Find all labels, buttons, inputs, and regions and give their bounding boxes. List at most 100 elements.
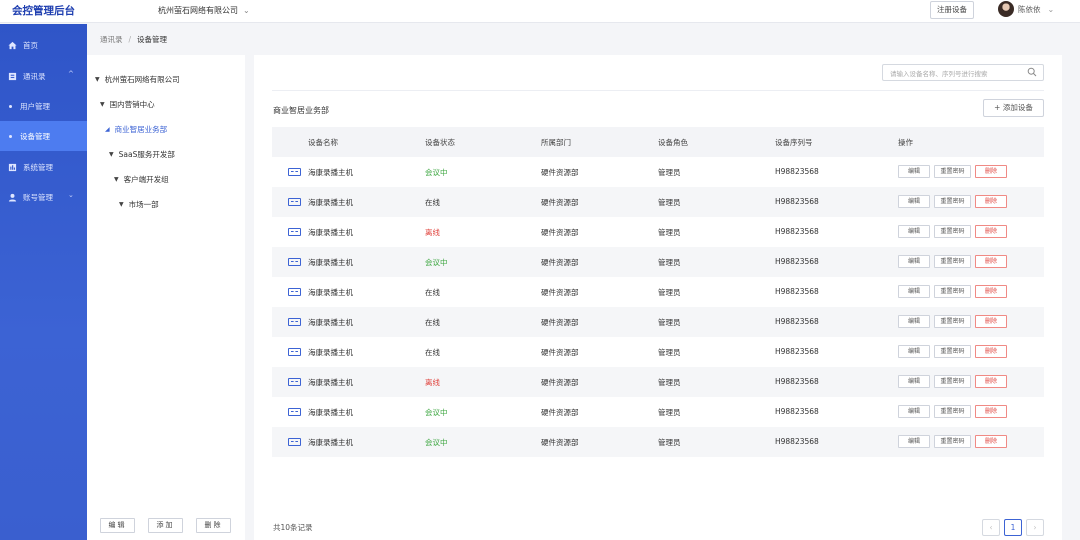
caret-down-icon: ▼ <box>109 151 114 158</box>
tree-node-selected[interactable]: ◢ 商业智居业务部 <box>105 124 167 135</box>
tree-node-label: 客户端开发组 <box>123 175 169 184</box>
contacts-icon <box>8 72 17 80</box>
tree-delete-button[interactable]: 删除 <box>196 518 231 533</box>
tree-node[interactable]: ▼ 客户端开发组 <box>114 174 169 185</box>
reset-password-button[interactable]: 重置密码 <box>934 195 971 208</box>
register-device-button[interactable]: 注册设备 <box>930 1 974 19</box>
cell-status: 在线 <box>425 348 440 357</box>
cell-role: 管理员 <box>658 318 681 327</box>
edit-button[interactable]: 编辑 <box>898 225 930 238</box>
delete-button[interactable]: 删除 <box>975 195 1007 208</box>
edit-button[interactable]: 编辑 <box>898 195 930 208</box>
chevron-up-icon: ^ <box>68 70 74 78</box>
tree-edit-button[interactable]: 编辑 <box>100 518 135 533</box>
tree-node[interactable]: ▼ 杭州萤石网络有限公司 <box>95 74 180 85</box>
reset-password-button[interactable]: 重置密码 <box>934 285 971 298</box>
table-row: 海康录播主机 会议中 硬件资源部 管理员 H98823568 编辑 重置密码 删除 <box>272 397 1044 427</box>
device-icon <box>288 258 301 266</box>
bullet-icon <box>9 104 12 108</box>
search-input[interactable]: 请输入设备名称、序列号进行搜索 <box>882 64 1044 81</box>
edit-button[interactable]: 编辑 <box>898 435 930 448</box>
delete-button[interactable]: 删除 <box>975 255 1007 268</box>
cell-role: 管理员 <box>658 438 681 447</box>
edit-button[interactable]: 编辑 <box>898 165 930 178</box>
reset-password-button[interactable]: 重置密码 <box>934 225 971 238</box>
prev-page-button[interactable]: ‹ <box>982 519 1000 536</box>
cell-role: 管理员 <box>658 378 681 387</box>
add-device-button[interactable]: + 添加设备 <box>983 99 1044 117</box>
cell-role: 管理员 <box>658 348 681 357</box>
total-count: 共10条记录 <box>273 523 313 532</box>
edit-button[interactable]: 编辑 <box>898 345 930 358</box>
company-name: 杭州萤石网络有限公司 <box>158 6 238 15</box>
delete-button[interactable]: 删除 <box>975 165 1007 178</box>
cell-dept: 硬件资源部 <box>541 348 579 357</box>
cell-status: 会议中 <box>425 258 448 267</box>
column-header: 设备名称 <box>308 138 338 147</box>
cell-name: 海康录播主机 <box>308 198 353 207</box>
next-page-button[interactable]: › <box>1026 519 1044 536</box>
device-icon <box>288 408 301 416</box>
table-row: 海康录播主机 离线 硬件资源部 管理员 H98823568 编辑 重置密码 删除 <box>272 217 1044 247</box>
breadcrumb-root[interactable]: 通讯录 <box>100 35 123 44</box>
caret-down-icon: ▼ <box>114 176 119 183</box>
tree-node[interactable]: ▼ SaaS服务开发部 <box>109 149 175 160</box>
table-row: 海康录播主机 离线 硬件资源部 管理员 H98823568 编辑 重置密码 删除 <box>272 367 1044 397</box>
cell-dept: 硬件资源部 <box>541 378 579 387</box>
device-icon <box>288 198 301 206</box>
sidebar: 首页 通讯录 ^ 用户管理 设备管理 系统管理 账号管理 ⌄ <box>0 24 87 540</box>
cell-status: 在线 <box>425 198 440 207</box>
delete-button[interactable]: 删除 <box>975 375 1007 388</box>
edit-button[interactable]: 编辑 <box>898 315 930 328</box>
cell-name: 海康录播主机 <box>308 348 353 357</box>
cell-serial: H98823568 <box>775 317 819 326</box>
reset-password-button[interactable]: 重置密码 <box>934 435 971 448</box>
cell-role: 管理员 <box>658 228 681 237</box>
tree-node-label: 杭州萤石网络有限公司 <box>104 75 180 84</box>
user-menu[interactable]: 陈依依 ⌄ <box>998 1 1054 17</box>
sidebar-item-user-management[interactable]: 用户管理 <box>0 91 87 121</box>
tree-node[interactable]: ▼ 国内营销中心 <box>100 99 155 110</box>
device-icon <box>288 348 301 356</box>
cell-dept: 硬件资源部 <box>541 438 579 447</box>
sidebar-item-account-management[interactable]: 账号管理 ⌄ <box>0 182 87 212</box>
cell-dept: 硬件资源部 <box>541 198 579 207</box>
cell-status: 会议中 <box>425 438 448 447</box>
delete-button[interactable]: 删除 <box>975 345 1007 358</box>
delete-button[interactable]: 删除 <box>975 315 1007 328</box>
tree-node[interactable]: ▼ 市场一部 <box>119 199 159 210</box>
delete-button[interactable]: 删除 <box>975 225 1007 238</box>
cell-role: 管理员 <box>658 408 681 417</box>
sidebar-item-home[interactable]: 首页 <box>0 30 87 60</box>
reset-password-button[interactable]: 重置密码 <box>934 345 971 358</box>
company-select[interactable]: 杭州萤石网络有限公司 ⌄ <box>158 5 250 16</box>
tree-node-label: 市场一部 <box>128 200 159 209</box>
cell-serial: H98823568 <box>775 347 819 356</box>
edit-button[interactable]: 编辑 <box>898 285 930 298</box>
section-title: 商业智居业务部 <box>273 106 329 115</box>
edit-button[interactable]: 编辑 <box>898 255 930 268</box>
reset-password-button[interactable]: 重置密码 <box>934 405 971 418</box>
reset-password-button[interactable]: 重置密码 <box>934 165 971 178</box>
edit-button[interactable]: 编辑 <box>898 405 930 418</box>
delete-button[interactable]: 删除 <box>975 285 1007 298</box>
cell-serial: H98823568 <box>775 197 819 206</box>
reset-password-button[interactable]: 重置密码 <box>934 255 971 268</box>
sidebar-item-device-management[interactable]: 设备管理 <box>0 121 87 151</box>
page-number-button[interactable]: 1 <box>1004 519 1022 536</box>
reset-password-button[interactable]: 重置密码 <box>934 315 971 328</box>
caret-down-icon: ▼ <box>119 201 124 208</box>
sidebar-item-system-management[interactable]: 系统管理 <box>0 152 87 182</box>
table-row: 海康录播主机 会议中 硬件资源部 管理员 H98823568 编辑 重置密码 删除 <box>272 157 1044 187</box>
edit-button[interactable]: 编辑 <box>898 375 930 388</box>
tree-add-button[interactable]: 添加 <box>148 518 183 533</box>
app-title: 会控管理后台 <box>12 5 75 17</box>
sidebar-item-contacts[interactable]: 通讯录 ^ <box>0 61 87 91</box>
cell-status: 在线 <box>425 288 440 297</box>
delete-button[interactable]: 删除 <box>975 405 1007 418</box>
search-icon[interactable] <box>1027 67 1037 77</box>
column-header: 设备状态 <box>425 138 455 147</box>
cell-status: 会议中 <box>425 168 448 177</box>
delete-button[interactable]: 删除 <box>975 435 1007 448</box>
reset-password-button[interactable]: 重置密码 <box>934 375 971 388</box>
